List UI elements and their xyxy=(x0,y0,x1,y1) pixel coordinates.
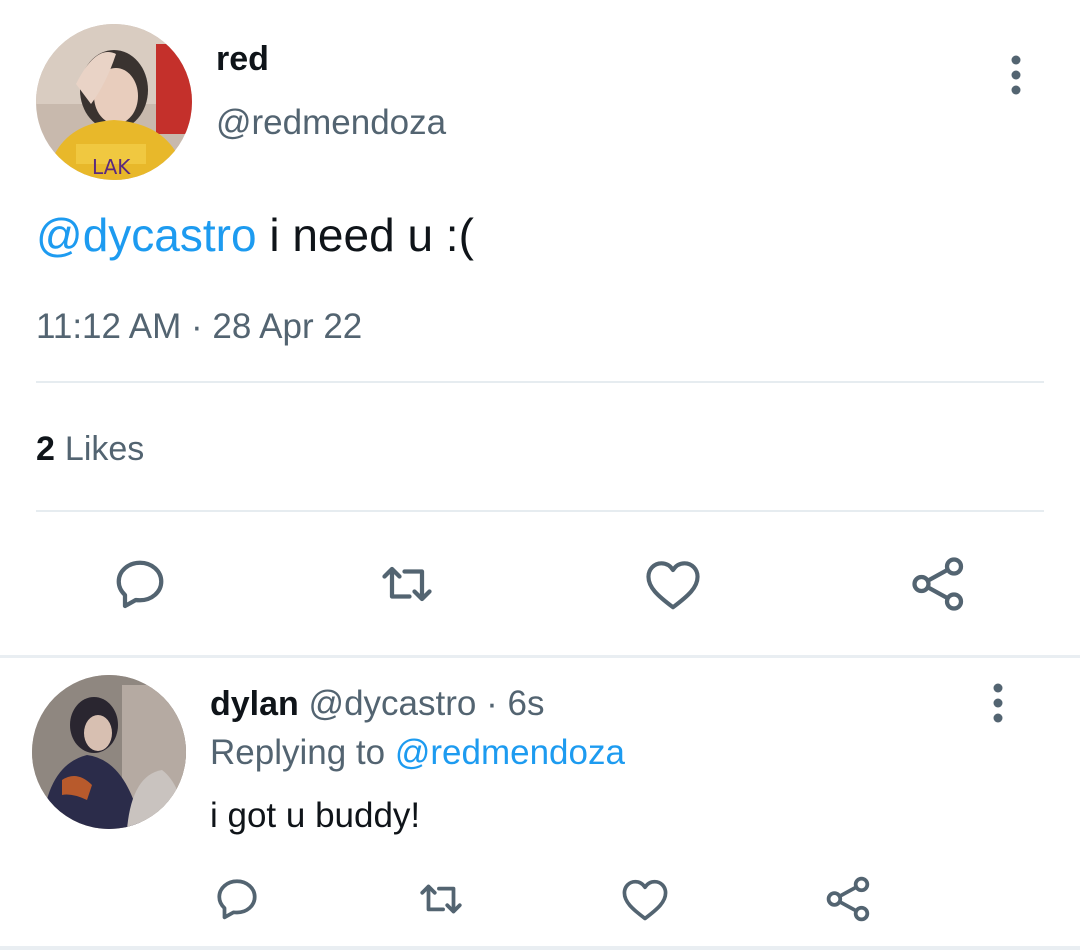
reply-text: i got u buddy! xyxy=(210,796,421,835)
avatar[interactable] xyxy=(32,675,186,829)
replying-to: Replying to @redmendoza xyxy=(210,733,625,773)
header-separator: · xyxy=(486,684,498,723)
reply-button[interactable] xyxy=(210,872,264,926)
more-vertical-icon[interactable] xyxy=(996,54,1036,98)
reply-time[interactable]: 6s xyxy=(507,684,544,723)
likes-count: 2 xyxy=(36,430,55,468)
reply-button[interactable] xyxy=(108,552,172,616)
likes-stat[interactable]: 2 Likes xyxy=(36,430,144,469)
like-button[interactable] xyxy=(618,872,672,926)
tweet-text: @dycastro i need u :( xyxy=(36,208,474,262)
more-vertical-icon[interactable] xyxy=(978,682,1018,726)
divider xyxy=(36,381,1044,383)
tweet-body: i need u :( xyxy=(256,209,474,261)
share-icon xyxy=(912,557,964,611)
reply-header: dylan @dycastro · 6s xyxy=(210,684,544,724)
heart-icon xyxy=(646,561,700,610)
retweet-button[interactable] xyxy=(372,552,442,616)
retweet-button[interactable] xyxy=(412,872,470,926)
like-button[interactable] xyxy=(640,552,706,616)
timestamp-separator: · xyxy=(191,307,203,346)
tweet-time: 11:12 AM xyxy=(36,307,182,346)
svg-text:LAK: LAK xyxy=(92,155,131,179)
divider xyxy=(0,946,1080,950)
replying-prefix: Replying to xyxy=(210,733,386,772)
share-button[interactable] xyxy=(906,552,972,616)
likes-label: Likes xyxy=(64,430,145,468)
avatar[interactable]: LAK xyxy=(36,24,192,180)
display-name[interactable]: red xyxy=(216,40,269,79)
user-handle[interactable]: @redmendoza xyxy=(216,103,446,143)
replying-to-link[interactable]: @redmendoza xyxy=(395,733,625,772)
retweet-icon xyxy=(382,566,432,602)
reply-icon xyxy=(116,560,164,609)
heart-icon xyxy=(622,879,668,921)
divider xyxy=(36,510,1044,512)
divider xyxy=(0,655,1080,658)
tweet-date: 28 Apr 22 xyxy=(212,307,363,346)
mention-link[interactable]: @dycastro xyxy=(36,209,257,261)
tweet-timestamp[interactable]: 11:12 AM · 28 Apr 22 xyxy=(36,307,362,347)
share-button[interactable] xyxy=(822,872,876,926)
user-handle[interactable]: @dycastro xyxy=(309,684,477,723)
share-icon xyxy=(826,876,870,922)
retweet-icon xyxy=(420,884,462,914)
reply-icon xyxy=(217,879,257,920)
display-name[interactable]: dylan xyxy=(210,685,299,723)
